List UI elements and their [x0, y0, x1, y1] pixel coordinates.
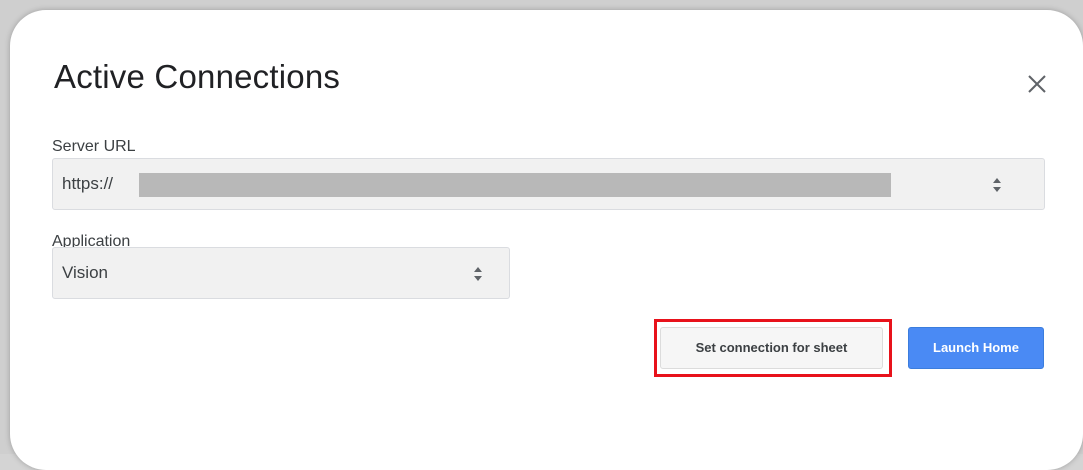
active-connections-dialog: Active Connections Server URL https:// A… [10, 10, 1083, 470]
server-url-value: https:// [62, 174, 114, 193]
set-connection-button[interactable]: Set connection for sheet [660, 327, 883, 369]
redacted-url-block [139, 173, 891, 197]
close-button[interactable] [1020, 67, 1054, 101]
application-select[interactable]: Vision [52, 247, 510, 299]
application-value: Vision [62, 263, 108, 282]
dialog-title: Active Connections [54, 58, 341, 95]
launch-home-button[interactable]: Launch Home [908, 327, 1044, 369]
close-icon [1028, 75, 1046, 93]
server-url-label: Server URL [52, 138, 136, 155]
updown-arrows-icon [474, 267, 482, 281]
updown-arrows-icon [993, 178, 1001, 192]
server-url-select[interactable]: https:// [52, 158, 1045, 210]
